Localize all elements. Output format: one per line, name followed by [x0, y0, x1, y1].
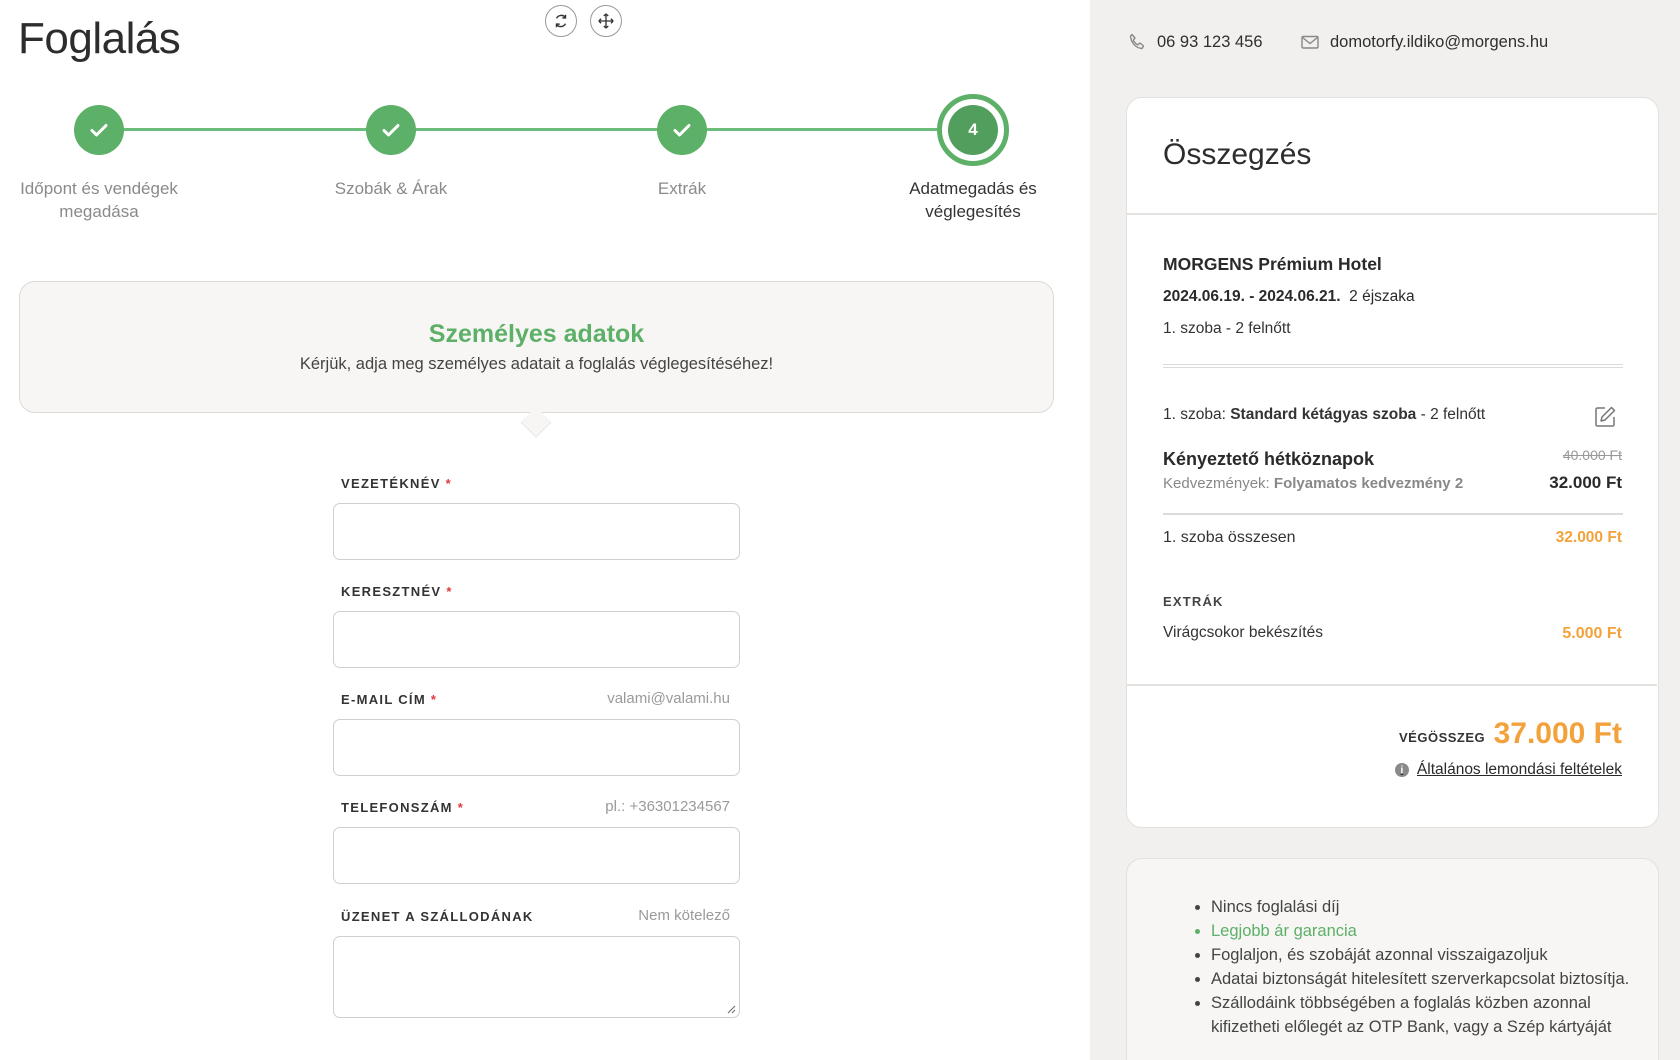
- step-3-label: Extrák: [582, 177, 782, 200]
- personal-data-subtitle: Kérjük, adja meg személyes adatait a fog…: [299, 355, 774, 373]
- room-total-value: 32.000 Ft: [1555, 529, 1622, 546]
- room-type: Standard kétágyas szoba: [1230, 406, 1417, 423]
- discount-name: Folyamatos kedvezmény 2: [1273, 475, 1464, 492]
- step-4-number: 4: [948, 105, 998, 155]
- summary-divider: [1127, 213, 1657, 215]
- contact-phone-text: 06 93 123 456: [1157, 32, 1263, 51]
- room-total-label: 1. szoba összesen: [1163, 529, 1296, 546]
- step-4-label-line2: véglegesítés: [925, 202, 1021, 221]
- step-3-check[interactable]: [657, 105, 707, 155]
- step-1-check[interactable]: [74, 105, 124, 155]
- summary-card: Összegzés MORGENS Prémium Hotel 2024.06.…: [1126, 97, 1659, 828]
- move-button[interactable]: [590, 5, 622, 37]
- message-hint: Nem kötelező: [638, 907, 730, 924]
- stepper-progress-line: [120, 128, 965, 131]
- check-icon: [673, 124, 691, 137]
- page-title: Foglalás: [18, 14, 181, 63]
- check-icon: [90, 124, 108, 137]
- last-name-input[interactable]: [333, 503, 740, 560]
- step-2-label-line1: Szobák & Árak: [334, 179, 448, 198]
- personal-data-header: Személyes adatok Kérjük, adja meg személ…: [19, 281, 1054, 413]
- benefit-item: Nincs foglalási díj: [1211, 895, 1631, 919]
- refresh-button[interactable]: [545, 5, 577, 37]
- step-4-label-line1: Adatmegadás és: [909, 179, 1037, 198]
- mail-icon: [1301, 35, 1319, 49]
- info-icon: i: [1394, 763, 1409, 777]
- step-2-check[interactable]: [366, 105, 416, 155]
- extra-item: Virágcsokor bekészítés: [1163, 624, 1323, 641]
- total-label: VÉGÖSSZEG: [1399, 730, 1486, 745]
- best-price-link[interactable]: Legjobb ár garancia: [1211, 919, 1631, 943]
- step-3-label-line1: Extrák: [657, 179, 707, 198]
- benefit-item: Szállodáink többségében a foglalás közbe…: [1211, 991, 1631, 1039]
- discount-line: Kedvezmények: Folyamatos kedvezmény 2: [1163, 475, 1464, 492]
- extra-price: 5.000 Ft: [1562, 625, 1622, 642]
- step-2-label: Szobák & Árak: [291, 177, 491, 200]
- summary-title: Összegzés: [1163, 138, 1312, 171]
- step-4-active: 4: [937, 94, 1009, 166]
- hotel-name: MORGENS Prémium Hotel: [1163, 254, 1382, 274]
- benefit-item: Foglaljon, és szobáját azonnal visszaiga…: [1211, 943, 1631, 967]
- phone-hint: pl.: +36301234567: [605, 798, 730, 815]
- first-name-field: KERESZTNÉV *: [333, 584, 740, 668]
- personal-data-title: Személyes adatok: [428, 320, 645, 348]
- room-line: 1. szoba: Standard kétágyas szoba - 2 fe…: [1163, 406, 1486, 423]
- last-name-label: VEZETÉKNÉV *: [341, 476, 452, 491]
- total-divider: [1127, 684, 1657, 686]
- cancellation-terms-link[interactable]: i Általános lemondási feltételek: [1394, 761, 1622, 779]
- booking-form-panel: Foglalás 4 Időpont és vendégek megadása …: [0, 0, 1090, 1060]
- contact-email-text: domotorfy.ildiko@morgens.hu: [1330, 32, 1549, 51]
- first-name-label: KERESZTNÉV *: [341, 584, 453, 599]
- cancellation-terms-text: Általános lemondási feltételek: [1416, 761, 1622, 778]
- date-range: 2024.06.19. - 2024.06.21.: [1163, 288, 1341, 305]
- step-4-label: Adatmegadás és véglegesítés: [873, 177, 1073, 223]
- step-1-label-line2: megadása: [59, 202, 139, 221]
- last-name-field: VEZETÉKNÉV *: [333, 476, 740, 560]
- benefit-item: Adatai biztonságát hitelesített szerverk…: [1211, 967, 1631, 991]
- message-textarea[interactable]: [333, 936, 740, 1018]
- contact-phone[interactable]: 06 93 123 456: [1127, 32, 1263, 52]
- check-icon: [382, 124, 400, 137]
- total-value: 37.000 Ft: [1493, 717, 1622, 750]
- phone-input[interactable]: [333, 827, 740, 884]
- refresh-icon: [555, 14, 567, 28]
- package-name: Kényeztető hétköznapok: [1163, 449, 1375, 469]
- email-hint: valami@valami.hu: [607, 690, 730, 707]
- benefits-list: Nincs foglalási díj Legjobb ár garancia …: [1211, 895, 1631, 1039]
- rooms-guests: 1. szoba - 2 felnőtt: [1163, 320, 1291, 337]
- message-field: ÜZENET A SZÁLLODÁNAK Nem kötelező: [333, 907, 740, 1018]
- nights-count: 2 éjszaka: [1349, 288, 1415, 305]
- phone-field: TELEFONSZÁM * pl.: +36301234567: [333, 798, 740, 884]
- double-divider: [1163, 364, 1623, 368]
- benefits-card: Nincs foglalási díj Legjobb ár garancia …: [1126, 858, 1659, 1060]
- old-price: 40.000 Ft: [1562, 447, 1622, 463]
- email-field: E-MAIL CÍM * valami@valami.hu: [333, 690, 740, 776]
- edit-icon[interactable]: [1592, 404, 1618, 430]
- resize-handle-icon[interactable]: [726, 1004, 736, 1014]
- step-1-label: Időpont és vendégek megadása: [0, 177, 199, 223]
- new-price: 32.000 Ft: [1549, 473, 1622, 492]
- stay-dates: 2024.06.19. - 2024.06.21. 2 éjszaka: [1163, 288, 1415, 306]
- extras-title: EXTRÁK: [1163, 594, 1224, 609]
- move-icon: [598, 13, 614, 29]
- room-divider: [1163, 513, 1623, 515]
- step-1-label-line1: Időpont és vendégek: [20, 179, 178, 198]
- email-input[interactable]: [333, 719, 740, 776]
- phone-icon: [1129, 33, 1145, 50]
- contact-email[interactable]: domotorfy.ildiko@morgens.hu: [1300, 32, 1548, 52]
- first-name-input[interactable]: [333, 611, 740, 668]
